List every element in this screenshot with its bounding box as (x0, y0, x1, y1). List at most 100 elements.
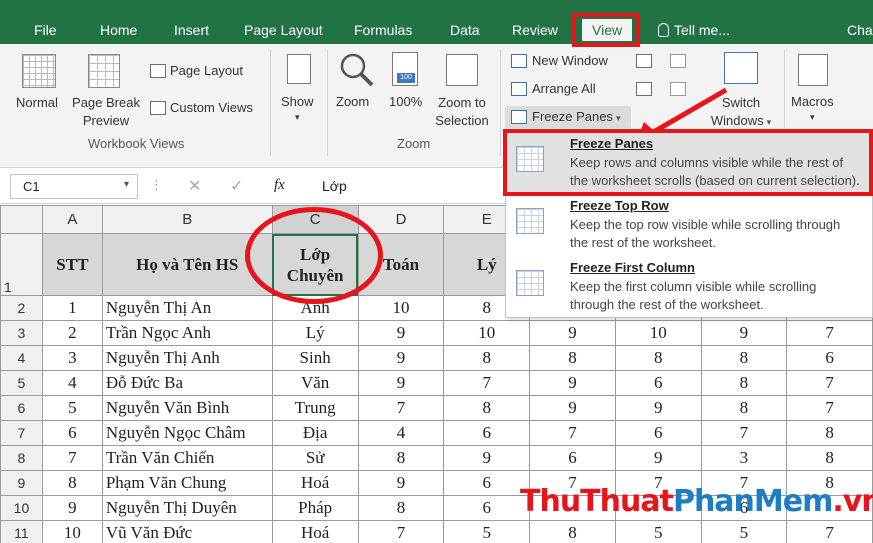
enter-check-icon[interactable]: ✓ (230, 176, 243, 196)
math-cell[interactable]: 9 (357, 370, 445, 396)
stt-cell[interactable]: 1 (41, 295, 103, 321)
math-cell[interactable]: 7 (357, 520, 445, 543)
row-header-1[interactable]: 1 (0, 233, 43, 296)
score-cell[interactable]: 8 (529, 520, 616, 543)
score-cell[interactable]: 6 (614, 370, 702, 396)
formula-input[interactable]: Lớp (306, 174, 506, 199)
stt-cell[interactable]: 4 (41, 370, 103, 396)
score-cell[interactable]: 10 (614, 320, 702, 346)
row-header[interactable]: 4 (0, 345, 43, 371)
score-cell[interactable]: 8 (529, 345, 616, 371)
score-cell[interactable]: 8 (786, 445, 873, 471)
physics-cell[interactable]: 6 (443, 420, 531, 446)
name-cell[interactable]: Trần Văn Chiến (101, 445, 273, 471)
stt-cell[interactable]: 7 (41, 445, 103, 471)
stt-cell[interactable]: 5 (41, 395, 103, 421)
score-cell[interactable]: 3 (700, 445, 788, 471)
select-all-corner[interactable] (0, 205, 43, 234)
row-header[interactable]: 10 (0, 495, 43, 521)
score-cell[interactable]: 7 (529, 420, 616, 446)
split-icon[interactable] (636, 54, 652, 68)
math-cell[interactable]: 8 (357, 445, 445, 471)
name-cell[interactable]: Vũ Văn Đức (101, 520, 273, 543)
stt-cell[interactable]: 2 (41, 320, 103, 346)
row-header[interactable]: 11 (0, 520, 43, 543)
math-cell[interactable]: 7 (357, 395, 445, 421)
class-cell[interactable]: Hoá (271, 520, 359, 543)
view-side-by-side-icon[interactable] (670, 54, 686, 68)
score-cell[interactable]: 7 (786, 395, 873, 421)
score-cell[interactable]: 6 (786, 345, 873, 371)
score-cell[interactable]: 6 (614, 420, 702, 446)
row-header[interactable]: 5 (0, 370, 43, 396)
column-header-b[interactable]: B (101, 205, 273, 234)
freeze-panes-button[interactable]: Freeze Panes ▾ (505, 106, 631, 128)
name-box[interactable]: C1 ▾ (10, 174, 138, 199)
tab-page-layout[interactable]: Page Layout (244, 19, 323, 41)
physics-cell[interactable]: 6 (443, 495, 531, 521)
score-cell[interactable]: 8 (700, 370, 788, 396)
name-cell[interactable]: Trần Ngọc Anh (101, 320, 273, 346)
class-cell[interactable]: Văn (271, 370, 359, 396)
class-cell[interactable]: Trung (271, 395, 359, 421)
score-cell[interactable]: 9 (529, 370, 616, 396)
math-cell[interactable]: 4 (357, 420, 445, 446)
stt-cell[interactable]: 10 (41, 520, 103, 543)
score-cell[interactable]: 7 (700, 420, 788, 446)
score-cell[interactable]: 9 (529, 395, 616, 421)
physics-cell[interactable]: 7 (443, 370, 531, 396)
tab-data[interactable]: Data (450, 19, 480, 41)
class-cell[interactable]: Địa (271, 420, 359, 446)
score-cell[interactable]: 8 (700, 345, 788, 371)
stt-cell[interactable]: 3 (41, 345, 103, 371)
physics-cell[interactable]: 5 (443, 520, 531, 543)
name-cell[interactable]: Nguyễn Thị An (101, 295, 273, 321)
score-cell[interactable]: 5 (614, 520, 702, 543)
cancel-icon[interactable]: ✕ (188, 176, 201, 196)
class-cell[interactable]: Sinh (271, 345, 359, 371)
tab-insert[interactable]: Insert (174, 19, 209, 41)
column-header-a[interactable]: A (41, 205, 103, 234)
tab-review[interactable]: Review (512, 19, 558, 41)
physics-cell[interactable]: 10 (443, 320, 531, 346)
stt-cell[interactable]: 9 (41, 495, 103, 521)
physics-cell[interactable]: 9 (443, 445, 531, 471)
physics-cell[interactable]: 8 (443, 345, 531, 371)
tab-formulas[interactable]: Formulas (354, 19, 412, 41)
score-cell[interactable]: 6 (529, 445, 616, 471)
score-cell[interactable]: 5 (700, 520, 788, 543)
tab-file[interactable]: File (34, 19, 57, 41)
stt-cell[interactable]: 8 (41, 470, 103, 496)
math-cell[interactable]: 9 (357, 345, 445, 371)
physics-cell[interactable]: 6 (443, 470, 531, 496)
stt-cell[interactable]: 6 (41, 420, 103, 446)
score-cell[interactable]: 7 (786, 370, 873, 396)
tab-home[interactable]: Home (100, 19, 137, 41)
class-cell[interactable]: Pháp (271, 495, 359, 521)
row-header[interactable]: 2 (0, 295, 43, 321)
class-cell[interactable]: Sử (271, 445, 359, 471)
tell-me-search[interactable]: Tell me... (658, 19, 730, 41)
tab-truncated[interactable]: Cha (847, 19, 873, 41)
score-cell[interactable]: 7 (786, 520, 873, 543)
row-header[interactable]: 8 (0, 445, 43, 471)
score-cell[interactable]: 7 (786, 320, 873, 346)
row-header[interactable]: 6 (0, 395, 43, 421)
score-cell[interactable]: 8 (614, 345, 702, 371)
menu-item-freeze-top-row[interactable]: Freeze Top Row Keep the top row visible … (506, 192, 872, 254)
math-cell[interactable]: 10 (357, 295, 445, 321)
row-header[interactable]: 3 (0, 320, 43, 346)
physics-cell[interactable]: 8 (443, 395, 531, 421)
name-cell[interactable]: Nguyễn Ngọc Châm (101, 420, 273, 446)
insert-function-icon[interactable]: fx (274, 177, 285, 194)
score-cell[interactable]: 8 (700, 395, 788, 421)
chevron-down-icon[interactable]: ▾ (124, 179, 129, 190)
name-cell[interactable]: Phạm Văn Chung (101, 470, 273, 496)
name-cell[interactable]: Nguyễn Văn Bình (101, 395, 273, 421)
score-cell[interactable]: 9 (700, 320, 788, 346)
row-header[interactable]: 9 (0, 470, 43, 496)
class-cell[interactable]: Hoá (271, 470, 359, 496)
score-cell[interactable]: 9 (614, 395, 702, 421)
header-stt[interactable]: STT (41, 233, 103, 296)
score-cell[interactable]: 9 (529, 320, 616, 346)
